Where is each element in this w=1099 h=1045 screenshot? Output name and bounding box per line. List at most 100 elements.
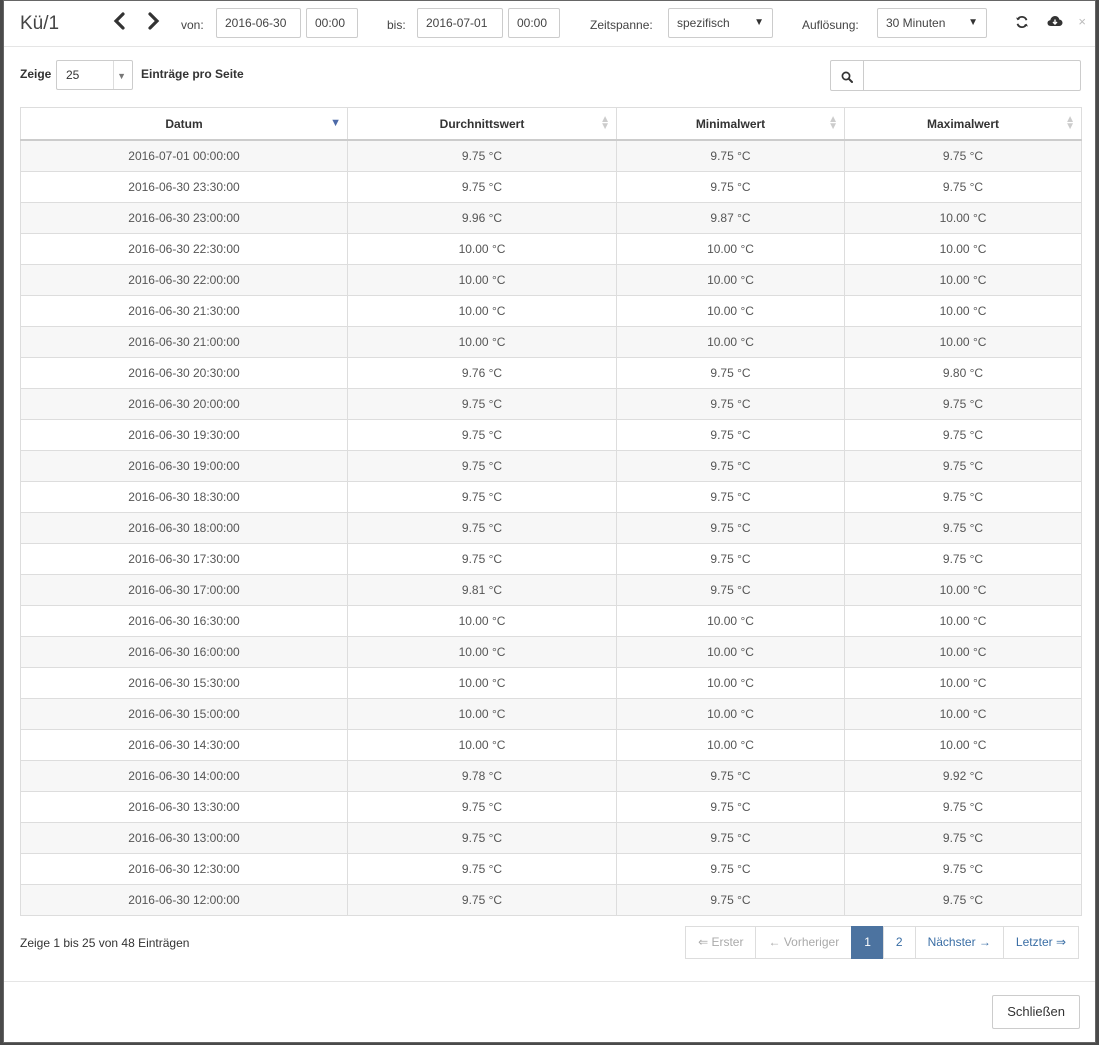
pagination-previous[interactable]: ← Vorheriger: [755, 926, 853, 959]
cell-average: 10.00 °C: [347, 636, 617, 668]
column-header-maximum[interactable]: Maximalwert ▲ ▼: [844, 107, 1082, 141]
chevron-right-icon[interactable]: [147, 12, 161, 34]
to-date-input[interactable]: 2016-07-01: [417, 8, 503, 38]
table-row: 2016-06-30 18:00:00 9.75 °C 9.75 °C 9.75 °C: [20, 512, 1082, 544]
cell-average: 9.75 °C: [347, 791, 617, 823]
modal-footer: Schließen: [4, 981, 1095, 1044]
page-length-value: 25: [66, 68, 80, 82]
cell-maximum: 9.75 °C: [844, 139, 1082, 172]
cell-date: 2016-06-30 16:00:00: [20, 636, 348, 668]
table-row: 2016-06-30 17:30:00 9.75 °C 9.75 °C 9.75 °C: [20, 543, 1082, 575]
cell-maximum: 9.75 °C: [844, 512, 1082, 544]
cell-maximum: 10.00 °C: [844, 574, 1082, 606]
range-select-value: spezifisch: [677, 16, 730, 30]
cell-maximum: 10.00 °C: [844, 667, 1082, 699]
cell-average: 10.00 °C: [347, 295, 617, 327]
sort-icon: ▲ ▼: [600, 114, 610, 132]
pagination-last[interactable]: Letzter ⇒: [1002, 926, 1079, 959]
modal-header: Kü/1 von: 2016-06-30 00:00 bis: 2016-07-…: [4, 1, 1095, 47]
refresh-icon[interactable]: [1015, 15, 1029, 32]
column-header-label: Datum: [165, 116, 203, 131]
cell-maximum: 9.75 °C: [844, 822, 1082, 854]
pagination-next[interactable]: Nächster →: [914, 926, 1004, 959]
cell-average: 9.75 °C: [347, 512, 617, 544]
pagination-first[interactable]: ⇐ Erster: [685, 926, 757, 959]
cell-minimum: 10.00 °C: [616, 264, 845, 296]
column-header-datum[interactable]: Datum ▼: [20, 107, 348, 141]
pagination-page-1[interactable]: 1: [851, 926, 884, 959]
cell-minimum: 9.75 °C: [616, 388, 845, 420]
cell-date: 2016-06-30 15:00:00: [20, 698, 348, 730]
cell-minimum: 10.00 °C: [616, 605, 845, 637]
close-icon[interactable]: ×: [1078, 14, 1086, 29]
table-row: 2016-06-30 19:00:00 9.75 °C 9.75 °C 9.75 °C: [20, 450, 1082, 482]
cell-minimum: 10.00 °C: [616, 233, 845, 265]
cell-minimum: 10.00 °C: [616, 295, 845, 327]
column-header-minimum[interactable]: Minimalwert ▲ ▼: [616, 107, 845, 141]
cell-minimum: 9.75 °C: [616, 543, 845, 575]
show-label: Zeige: [20, 67, 52, 81]
cell-average: 9.75 °C: [347, 388, 617, 420]
table-row: 2016-06-30 16:00:00 10.00 °C 10.00 °C 10.00…: [20, 636, 1082, 668]
search-input[interactable]: [863, 60, 1081, 91]
table-row: 2016-06-30 15:00:00 10.00 °C 10.00 °C 10.00…: [20, 698, 1082, 730]
cell-maximum: 9.75 °C: [844, 791, 1082, 823]
cell-maximum: 9.75 °C: [844, 481, 1082, 513]
table-row: 2016-06-30 14:30:00 10.00 °C 10.00 °C 10.00…: [20, 729, 1082, 761]
cell-maximum: 10.00 °C: [844, 264, 1082, 296]
table-row: 2016-06-30 21:00:00 10.00 °C 10.00 °C 10.00…: [20, 326, 1082, 358]
cloud-download-icon[interactable]: [1047, 15, 1063, 31]
cell-average: 9.75 °C: [347, 884, 617, 916]
table-row: 2016-06-30 14:00:00 9.78 °C 9.75 °C 9.92 °C: [20, 760, 1082, 792]
page-length-select[interactable]: 25 ▼: [56, 60, 133, 90]
cell-date: 2016-06-30 19:30:00: [20, 419, 348, 451]
table-row: 2016-06-30 13:30:00 9.75 °C 9.75 °C 9.75 °C: [20, 791, 1082, 823]
table-row: 2016-06-30 22:00:00 10.00 °C 10.00 °C 10.00…: [20, 264, 1082, 296]
chevron-left-icon[interactable]: [112, 12, 126, 34]
table-info: Zeige 1 bis 25 von 48 Einträgen: [20, 936, 190, 950]
cell-average: 10.00 °C: [347, 667, 617, 699]
cell-date: 2016-06-30 18:00:00: [20, 512, 348, 544]
sort-icon: ▲ ▼: [828, 114, 838, 132]
cell-average: 9.78 °C: [347, 760, 617, 792]
cell-average: 9.96 °C: [347, 202, 617, 234]
pagination-page-2[interactable]: 2: [882, 926, 916, 959]
table-row: 2016-06-30 22:30:00 10.00 °C 10.00 °C 10.00…: [20, 233, 1082, 265]
column-header-average[interactable]: Durchnittswert ▲ ▼: [347, 107, 617, 141]
range-select[interactable]: spezifisch ▼: [668, 8, 773, 38]
cell-average: 10.00 °C: [347, 264, 617, 296]
per-page-label: Einträge pro Seite: [141, 67, 244, 81]
to-time-input[interactable]: 00:00: [508, 8, 560, 38]
resolution-select[interactable]: 30 Minuten ▼: [877, 8, 987, 38]
cell-date: 2016-06-30 14:00:00: [20, 760, 348, 792]
cell-minimum: 9.75 °C: [616, 419, 845, 451]
sort-icon: ▲ ▼: [1065, 114, 1075, 132]
cell-maximum: 9.75 °C: [844, 884, 1082, 916]
cell-minimum: 9.75 °C: [616, 450, 845, 482]
cell-average: 10.00 °C: [347, 233, 617, 265]
cell-date: 2016-06-30 23:30:00: [20, 171, 348, 203]
column-header-label: Minimalwert: [695, 116, 766, 131]
resolution-label: Auflösung:: [802, 18, 859, 32]
cell-date: 2016-06-30 16:30:00: [20, 605, 348, 637]
select-divider: [113, 61, 114, 89]
from-date-input[interactable]: 2016-06-30: [216, 8, 301, 38]
caret-down-icon: ▼: [968, 17, 978, 28]
table-row: 2016-06-30 21:30:00 10.00 °C 10.00 °C 10.00…: [20, 295, 1082, 327]
cell-date: 2016-06-30 21:30:00: [20, 295, 348, 327]
cell-average: 9.75 °C: [347, 822, 617, 854]
search-group: [830, 60, 1081, 91]
cell-maximum: 9.75 °C: [844, 388, 1082, 420]
to-label: bis:: [387, 18, 406, 32]
from-time-input[interactable]: 00:00: [306, 8, 358, 38]
cell-maximum: 10.00 °C: [844, 233, 1082, 265]
close-button[interactable]: Schließen: [992, 995, 1080, 1029]
search-icon[interactable]: [830, 60, 864, 91]
table-row: 2016-06-30 12:00:00 9.75 °C 9.75 °C 9.75 °C: [20, 884, 1082, 916]
cell-maximum: 10.00 °C: [844, 202, 1082, 234]
caret-down-icon: ▼: [754, 17, 764, 28]
cell-minimum: 9.75 °C: [616, 171, 845, 203]
cell-date: 2016-06-30 20:30:00: [20, 357, 348, 389]
cell-minimum: 10.00 °C: [616, 326, 845, 358]
cell-average: 10.00 °C: [347, 326, 617, 358]
